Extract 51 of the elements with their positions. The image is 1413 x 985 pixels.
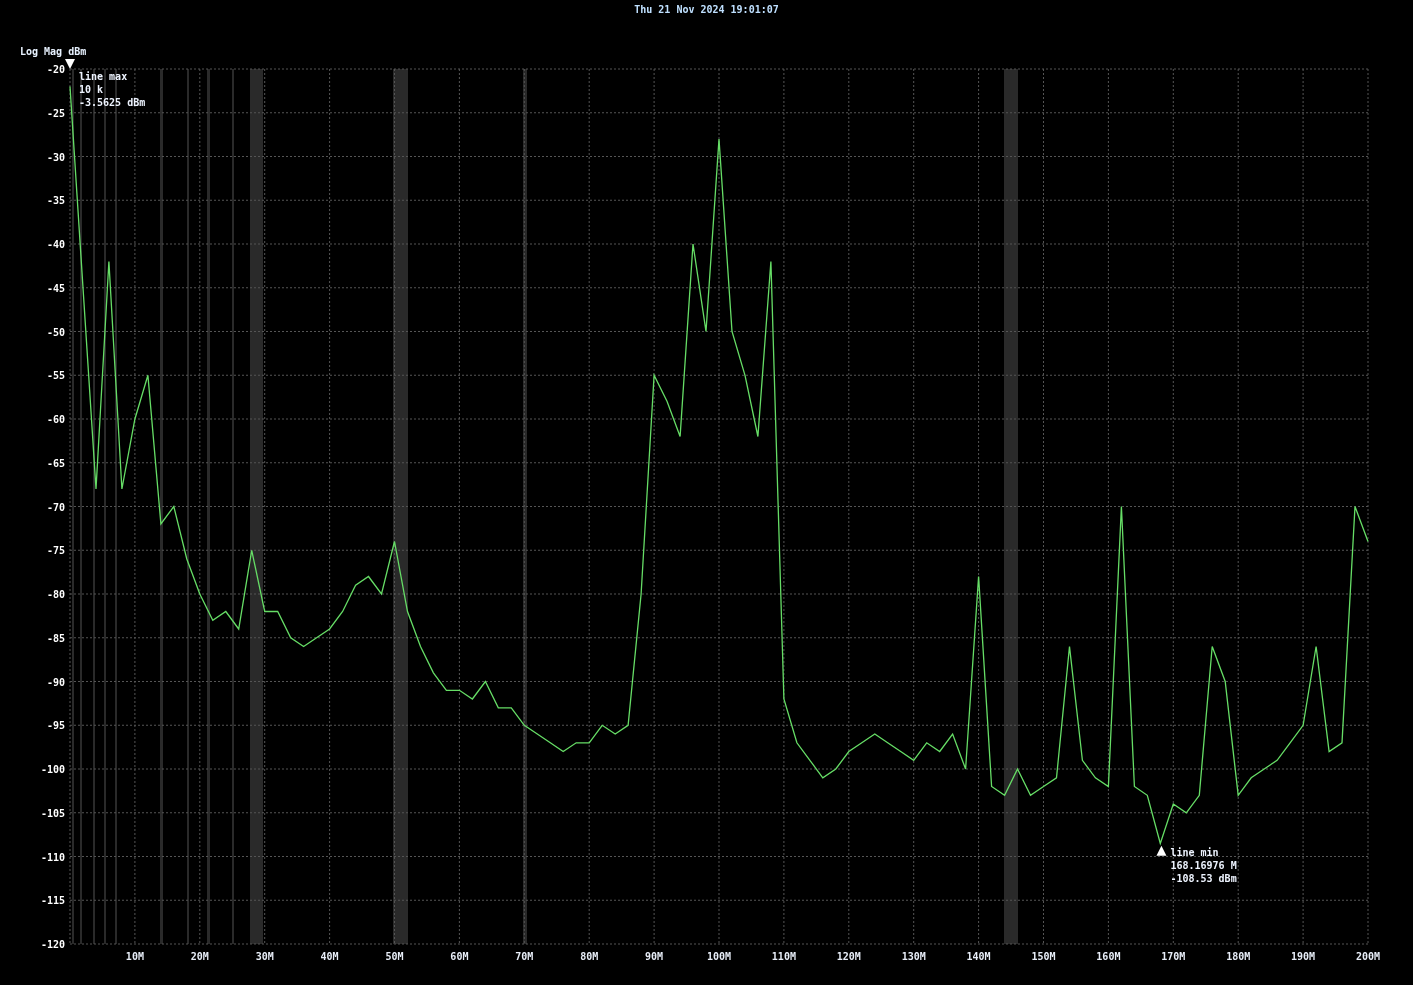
y-axis-tick-label: -105 xyxy=(40,807,65,819)
x-axis-tick-label: 130M xyxy=(901,951,926,962)
marker-triangle-icon xyxy=(65,59,75,69)
x-axis-tick-label: 150M xyxy=(1031,951,1056,962)
marker-label: -108.53 dBm xyxy=(1170,872,1237,884)
y-axis-title: Log Mag dBm xyxy=(20,46,87,57)
x-axis-tick-label: 180M xyxy=(1226,951,1251,962)
x-axis-tick-label: 120M xyxy=(836,951,861,962)
x-axis-tick-label: 40M xyxy=(320,951,339,962)
y-axis-tick-label: -50 xyxy=(46,326,65,338)
x-axis-tick-label: 110M xyxy=(771,951,796,962)
y-axis-tick-label: -100 xyxy=(40,764,65,775)
x-axis-tick-label: 70M xyxy=(515,951,534,962)
y-axis-tick-label: -20 xyxy=(46,64,65,75)
x-axis-tick-label: 160M xyxy=(1096,951,1121,962)
x-axis-tick-label: 190M xyxy=(1291,951,1316,962)
x-axis-tick-label: 20M xyxy=(190,951,209,962)
timestamp: Thu 21 Nov 2024 19:01:07 xyxy=(634,5,779,15)
x-axis-tick-label: 30M xyxy=(255,951,274,962)
x-axis-tick-label: 80M xyxy=(580,951,599,962)
marker-label: line max xyxy=(79,71,128,82)
marker-triangle-icon xyxy=(1156,845,1167,856)
y-axis-tick-label: -95 xyxy=(46,720,65,732)
x-axis-tick-label: 60M xyxy=(450,951,469,962)
x-axis-tick-label: 10M xyxy=(125,951,144,962)
marker-label: 10 k xyxy=(79,84,104,95)
marker-label: line min xyxy=(1170,846,1219,858)
y-axis-tick-label: -30 xyxy=(46,151,65,163)
y-axis-tick-label: -35 xyxy=(46,195,65,207)
y-axis-tick-label: -40 xyxy=(46,239,65,250)
x-axis-tick-label: 140M xyxy=(966,951,991,962)
y-axis-tick-label: -90 xyxy=(46,676,65,688)
y-axis-tick-label: -60 xyxy=(46,414,65,425)
y-axis-tick-label: -110 xyxy=(40,851,65,863)
y-axis-tick-label: -85 xyxy=(46,632,65,644)
marker-label: -3.5625 dBm xyxy=(79,97,146,108)
marker-label: 168.16976 M xyxy=(1170,859,1237,871)
y-axis-tick-label: -120 xyxy=(40,939,65,950)
x-axis-tick-label: 200M xyxy=(1355,951,1381,962)
y-axis-tick-label: -65 xyxy=(46,457,65,469)
x-axis-tick-label: 50M xyxy=(385,951,404,962)
y-axis-tick-label: -45 xyxy=(46,282,65,294)
y-axis-tick-label: -115 xyxy=(40,895,65,907)
y-axis-tick-label: -25 xyxy=(46,107,65,119)
y-axis-tick-label: -75 xyxy=(46,545,65,557)
x-axis-tick-label: 90M xyxy=(645,951,664,962)
x-axis-tick-label: 100M xyxy=(706,951,732,962)
y-axis-tick-label: -55 xyxy=(46,370,65,382)
y-axis-tick-label: -70 xyxy=(46,501,65,513)
x-axis-tick-label: 170M xyxy=(1161,951,1186,962)
y-axis-tick-label: -80 xyxy=(46,589,65,600)
